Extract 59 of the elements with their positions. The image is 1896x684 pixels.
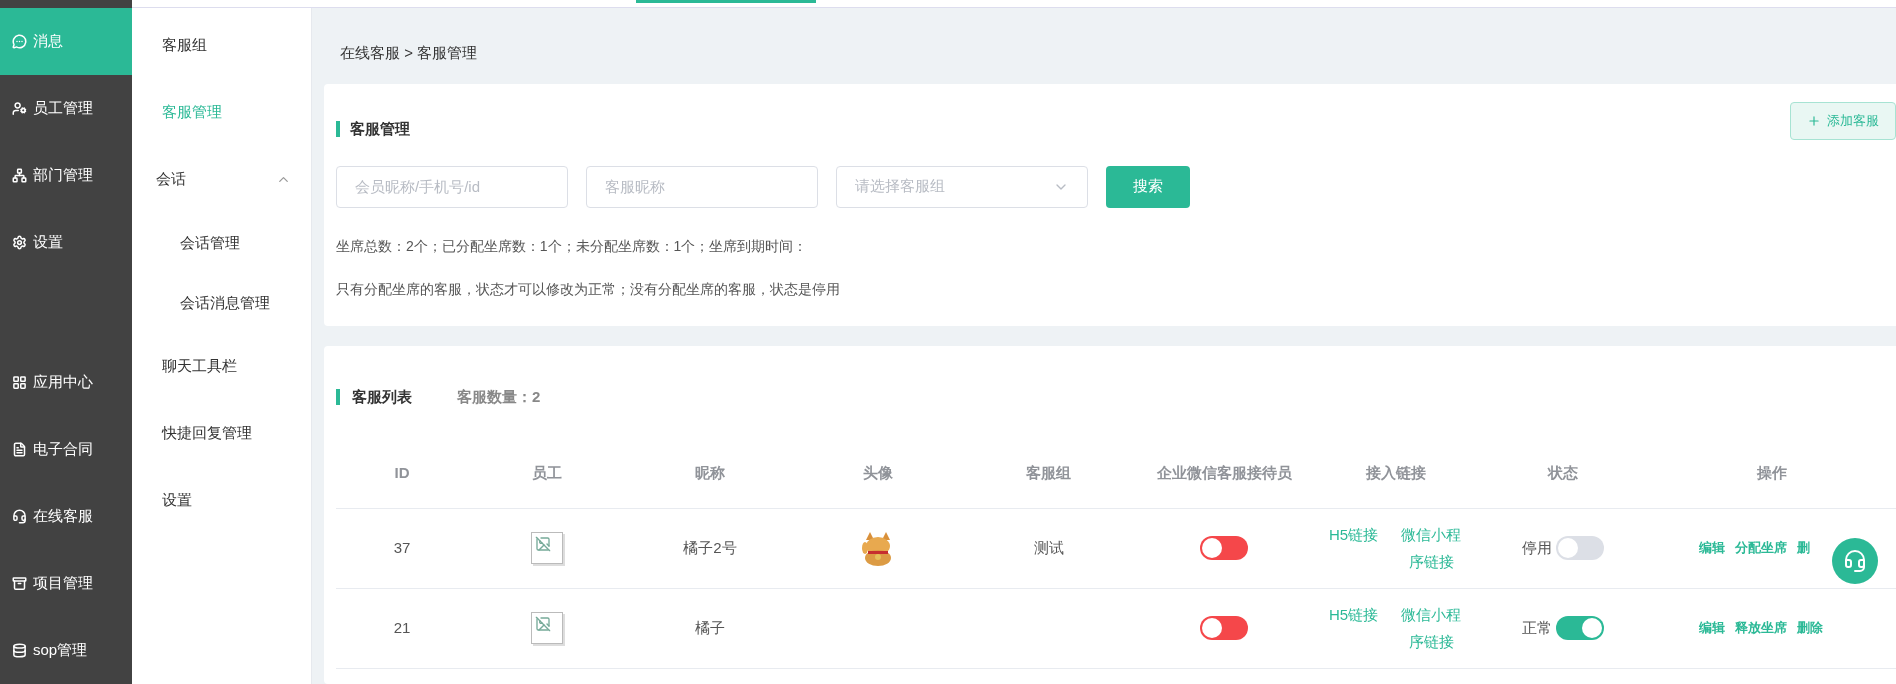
- status-note: 只有分配坐席的客服，状态才可以修改为正常；没有分配坐席的客服，状态是停用: [336, 279, 841, 299]
- breadcrumb: 在线客服 > 客服管理: [340, 42, 478, 63]
- seat-stats: 坐席总数：2个；已分配坐席数：1个；未分配坐席数：1个；坐席到期时间：: [336, 236, 809, 256]
- sub-nav-item[interactable]: 设置: [132, 467, 311, 534]
- search-field[interactable]: 客服昵称: [586, 165, 818, 208]
- table-cell-text: 21: [393, 617, 411, 638]
- nav-item[interactable]: 电子合同: [0, 416, 132, 483]
- toggle-switch[interactable]: [1556, 536, 1604, 560]
- chat-bubble-icon: [12, 34, 27, 49]
- toggle-switch[interactable]: [1200, 616, 1248, 640]
- card-title: 客服列表: [352, 387, 413, 407]
- org-chart-icon: [12, 168, 27, 183]
- search-field[interactable]: 会员昵称/手机号/id: [336, 165, 568, 208]
- settings-icon: [12, 235, 27, 250]
- nav-item[interactable]: 部门管理: [0, 142, 132, 209]
- table-cell-text: 橘子2号: [683, 537, 737, 558]
- broken-image-icon: [531, 612, 563, 644]
- nav-item[interactable]: 应用中心: [0, 349, 132, 416]
- nav-item[interactable]: 设置: [0, 209, 132, 276]
- card-title: 客服管理: [350, 119, 410, 139]
- sub-nav-item[interactable]: 快捷回复管理: [132, 400, 311, 467]
- table-cell-text: 37: [393, 537, 411, 558]
- column-header: 头像: [862, 463, 893, 483]
- column-header: 状态: [1548, 463, 1578, 483]
- title-accent-bar: [336, 121, 340, 138]
- title-accent-bar: [336, 389, 340, 406]
- column-header: 操作: [1756, 463, 1787, 483]
- column-header: 接入链接: [1365, 463, 1426, 483]
- column-header: 企业微信客服接待员: [1156, 463, 1292, 483]
- archive-icon: [12, 576, 27, 591]
- submenu-toggle[interactable]: 会话: [132, 146, 311, 213]
- headset-icon: [12, 509, 27, 524]
- submenu-label: 会话: [156, 169, 186, 190]
- nav-item[interactable]: sop管理: [0, 617, 132, 684]
- grid-icon: [12, 375, 27, 390]
- column-header: ID: [394, 463, 410, 483]
- nav-item[interactable]: 在线客服: [0, 483, 132, 550]
- nav-item[interactable]: 员工管理: [0, 75, 132, 142]
- column-header: 员工: [532, 463, 562, 483]
- toggle-switch[interactable]: [1200, 536, 1248, 560]
- toggle-switch[interactable]: [1556, 616, 1604, 640]
- table-cell-text: 橘子: [695, 617, 725, 638]
- headset-icon: [1843, 549, 1867, 573]
- plus-icon: [1807, 114, 1821, 128]
- status-label: 停用: [1522, 537, 1552, 558]
- agent-count: 客服数量：2: [457, 387, 541, 407]
- column-header: 客服组: [1026, 463, 1071, 483]
- status-label: 正常: [1522, 617, 1552, 638]
- sub-nav-item[interactable]: 会话消息管理: [132, 273, 311, 333]
- database-icon: [12, 643, 27, 658]
- sub-nav-item[interactable]: 会话管理: [132, 213, 311, 273]
- nav-item[interactable]: 项目管理: [0, 550, 132, 617]
- sub-nav-item[interactable]: 聊天工具栏: [132, 333, 311, 400]
- table-cell-text: 测试: [1033, 537, 1064, 558]
- document-icon: [12, 442, 27, 457]
- sub-nav-item[interactable]: 客服组: [132, 12, 311, 79]
- user-gear-icon: [12, 101, 27, 116]
- column-header: 昵称: [695, 463, 725, 483]
- broken-image-icon: [531, 532, 563, 564]
